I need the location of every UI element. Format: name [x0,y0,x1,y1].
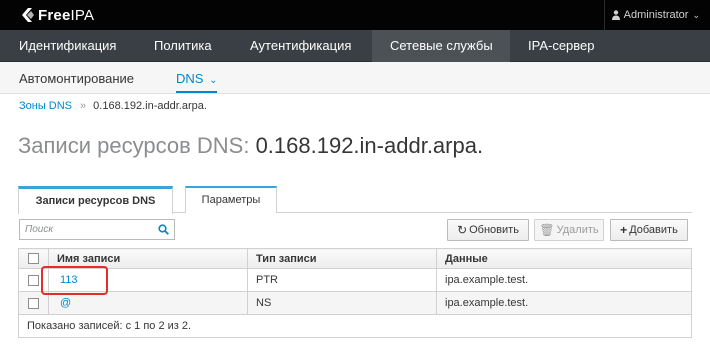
logo-text: FreeIPA [38,6,95,24]
delete-button[interactable]: 🗑 Удалить [534,219,604,241]
user-menu[interactable]: Administrator ⌄ [603,0,700,30]
subnav-dns-label: DNS [176,71,204,86]
refresh-button[interactable]: ↻ Обновить [447,219,529,241]
freeipa-logo[interactable]: FreeIPA [19,4,94,26]
record-data-cell: ipa.example.test. [436,291,692,315]
page-title-prefix: Записи ресурсов DNS: [18,133,250,158]
search-box [19,219,175,240]
tab-settings[interactable]: Параметры [185,186,277,213]
record-type-cell: PTR [247,268,437,292]
top-bar: FreeIPA Administrator ⌄ [0,0,710,30]
page-title-zone-name: 0.168.192.in-addr.arpa. [255,133,484,158]
plus-icon: + [620,223,628,237]
nav-identity[interactable]: Идентификация [0,30,136,62]
dns-records-table: Имя записи Тип записи Данные 113 PTR ipa… [18,248,692,338]
subnav-automount[interactable]: Автомонтирование [19,62,134,94]
breadcrumb: Зоны DNS » 0.168.192.in-addr.arpa. [19,100,207,112]
record-type-cell: NS [247,291,437,315]
add-button[interactable]: + Добавить [610,219,688,241]
table-footer-row: Показано записей: с 1 по 2 из 2. [18,314,692,338]
subnav-dns[interactable]: DNS ⌄ [176,62,218,93]
nav-ipa-server[interactable]: IPA-сервер [510,30,620,62]
user-icon [611,10,620,20]
nav-network-services[interactable]: Сетевые службы [372,30,510,62]
select-all-checkbox[interactable] [28,253,39,265]
refresh-icon: ↻ [457,223,468,237]
highlight-box [41,266,108,295]
record-name-link[interactable]: @ [60,297,71,309]
table-row: 113 PTR ipa.example.test. [18,268,692,292]
row-checkbox[interactable] [28,274,39,286]
user-name: Administrator [623,9,689,21]
chevron-down-icon: ⌄ [209,75,218,86]
freeipa-logo-icon [22,8,34,22]
table-row: @ NS ipa.example.test. [18,291,692,315]
delete-button-label: Удалить [556,224,599,236]
nav-authentication[interactable]: Аутентификация [232,30,372,62]
add-button-label: Добавить [629,224,678,236]
tab-dns-records[interactable]: Записи ресурсов DNS [18,186,173,214]
row-checkbox[interactable] [28,297,39,309]
breadcrumb-dns-zones-link[interactable]: Зоны DNS [19,100,72,112]
chevron-down-icon: ⌄ [692,9,700,20]
table-header-row: Имя записи Тип записи Данные [18,248,692,269]
main-navigation: Идентификация Политика Аутентификация Се… [0,30,710,62]
facet-tabs: Записи ресурсов DNS Параметры [18,186,692,214]
breadcrumb-separator: » [80,100,87,112]
trash-icon: 🗑 [539,223,555,237]
records-count-summary: Показано записей: с 1 по 2 из 2. [18,314,692,338]
user-menu-divider [603,0,605,30]
refresh-button-label: Обновить [469,224,519,236]
search-input[interactable] [20,220,150,239]
record-data-cell: ipa.example.test. [436,268,692,292]
nav-policy[interactable]: Политика [136,30,232,62]
search-icon[interactable] [158,224,169,235]
column-header-data[interactable]: Данные [436,248,692,269]
breadcrumb-current: 0.168.192.in-addr.arpa. [93,100,207,112]
page-title: Записи ресурсов DNS: 0.168.192.in-addr.a… [18,133,483,159]
column-header-record-type[interactable]: Тип записи [247,248,437,269]
sub-navigation: Автомонтирование DNS ⌄ [0,62,710,94]
